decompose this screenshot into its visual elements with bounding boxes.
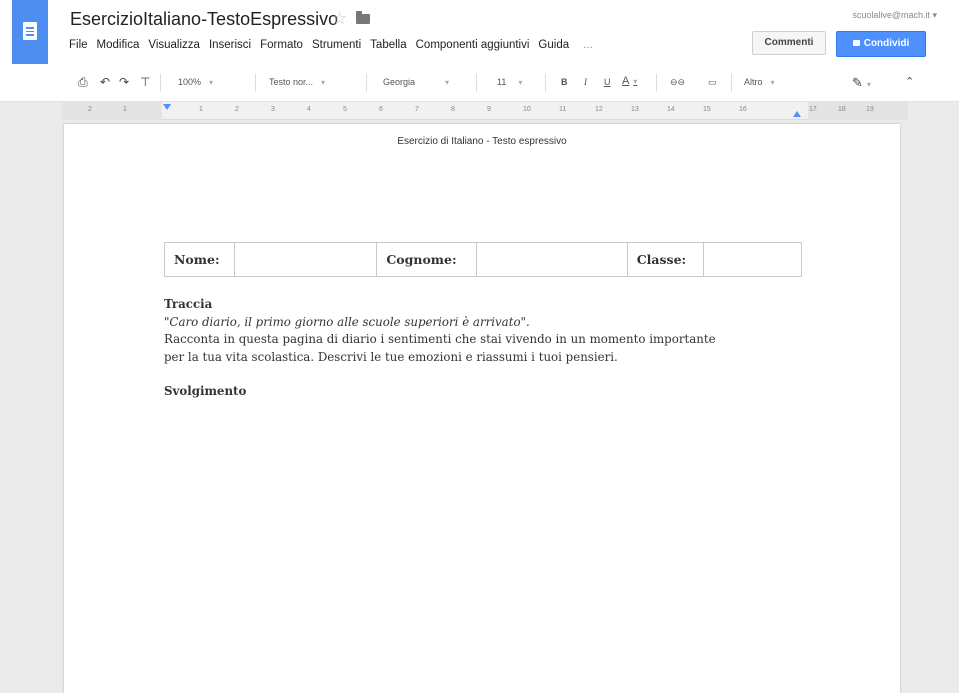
text-color-button[interactable]: A ▾ bbox=[622, 75, 637, 87]
classe-label: Classe: bbox=[626, 242, 704, 277]
print-icon[interactable]: ⎙ bbox=[78, 75, 88, 90]
formatting-toolbar: ⎙ ↶ ↷ ⊤ 100% ▾ Testo nor... ▾ Georgia ▾ 11 ▾… bbox=[0, 64, 959, 102]
menu-formato[interactable]: Formato bbox=[260, 39, 303, 51]
menu-bar: File Modifica Visualizza Inserisci Forma… bbox=[69, 39, 602, 51]
classe-cell[interactable] bbox=[702, 242, 803, 277]
cognome-cell[interactable] bbox=[476, 242, 628, 277]
collapse-menu-icon[interactable]: ⌃ bbox=[905, 75, 914, 88]
document-page[interactable]: Esercizio di Italiano - Testo espressivo… bbox=[64, 124, 900, 693]
redo-icon[interactable]: ↷ bbox=[119, 75, 129, 89]
menu-strumenti[interactable]: Strumenti bbox=[312, 39, 361, 51]
share-label: Condividi bbox=[863, 38, 910, 49]
font-select[interactable]: Georgia ▾ bbox=[383, 77, 449, 87]
nome-cell[interactable] bbox=[234, 242, 378, 277]
traccia-instruction-line1: Racconta in questa pagina di diario i se… bbox=[164, 332, 716, 346]
student-info-table: Nome: Cognome: Classe: bbox=[163, 242, 803, 277]
document-title[interactable]: EsercizioItaliano-TestoEspressivo bbox=[70, 9, 338, 30]
more-menu[interactable]: Altro ▾ bbox=[744, 77, 775, 87]
comments-button[interactable]: Commenti bbox=[752, 31, 826, 55]
menu-modifica[interactable]: Modifica bbox=[97, 39, 140, 51]
document-body[interactable]: Traccia "Caro diario, il primo giorno al… bbox=[164, 296, 814, 401]
page-header-text: Esercizio di Italiano - Testo espressivo bbox=[397, 136, 567, 147]
italic-button[interactable]: I bbox=[584, 77, 587, 87]
star-icon[interactable]: ☆ bbox=[332, 9, 347, 29]
menu-inserisci[interactable]: Inserisci bbox=[209, 39, 251, 51]
menu-componenti-aggiuntivi[interactable]: Componenti aggiuntivi bbox=[416, 39, 530, 51]
nome-label: Nome: bbox=[163, 242, 236, 277]
menu-guida[interactable]: Guida bbox=[538, 39, 569, 51]
menu-more[interactable]: ... bbox=[583, 39, 593, 51]
user-account[interactable]: scuolalive@mach.it ▾ bbox=[852, 10, 937, 21]
zoom-select[interactable]: 100% ▾ bbox=[178, 77, 213, 87]
cognome-label: Cognome: bbox=[376, 242, 478, 277]
traccia-quote: "Caro diario, il primo giorno alle scuol… bbox=[164, 314, 530, 329]
traccia-instruction-line2: per la tua vita scolastica. Descrivi le … bbox=[164, 349, 618, 364]
undo-icon[interactable]: ↶ bbox=[100, 75, 110, 89]
folder-icon[interactable] bbox=[356, 11, 370, 24]
menu-tabella[interactable]: Tabella bbox=[370, 39, 406, 51]
docs-home-button[interactable] bbox=[12, 0, 48, 64]
font-size-select[interactable]: 11 ▾ bbox=[497, 77, 522, 87]
docs-logo-icon bbox=[23, 22, 37, 40]
edit-mode-icon[interactable]: ✎ ▾ bbox=[852, 75, 871, 91]
ruler[interactable]: 2 1 1 2 3 4 5 6 7 8 9 10 11 12 13 14 15 … bbox=[62, 102, 908, 120]
paint-format-icon[interactable]: ⊤ bbox=[140, 75, 150, 89]
style-select[interactable]: Testo nor... ▾ bbox=[269, 77, 325, 87]
underline-button[interactable]: U bbox=[604, 77, 611, 87]
link-icon[interactable]: ⊖⊖ bbox=[670, 77, 685, 88]
traccia-heading: Traccia bbox=[164, 297, 213, 311]
comment-icon[interactable]: ▭ bbox=[708, 77, 717, 88]
share-button[interactable]: Condividi bbox=[836, 31, 926, 57]
lock-icon bbox=[852, 40, 860, 46]
bold-button[interactable]: B bbox=[561, 77, 568, 87]
app-header: EsercizioItaliano-TestoEspressivo ☆ File… bbox=[0, 0, 959, 64]
menu-file[interactable]: File bbox=[69, 39, 88, 51]
menu-visualizza[interactable]: Visualizza bbox=[148, 39, 200, 51]
svolgimento-heading: Svolgimento bbox=[164, 384, 247, 398]
